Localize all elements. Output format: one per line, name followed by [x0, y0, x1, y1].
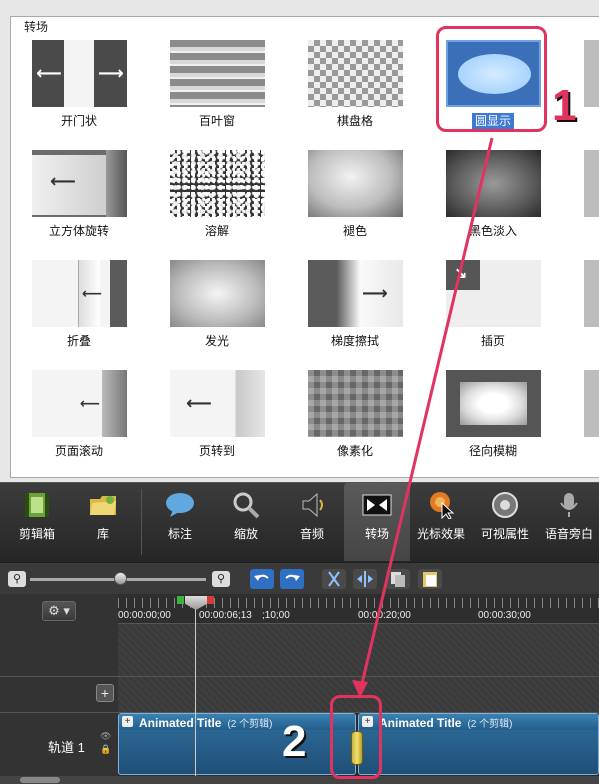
- camtasia-window: { "gallery": { "group_title": "转场", "til…: [0, 0, 599, 784]
- annotation-arrow: [352, 137, 494, 698]
